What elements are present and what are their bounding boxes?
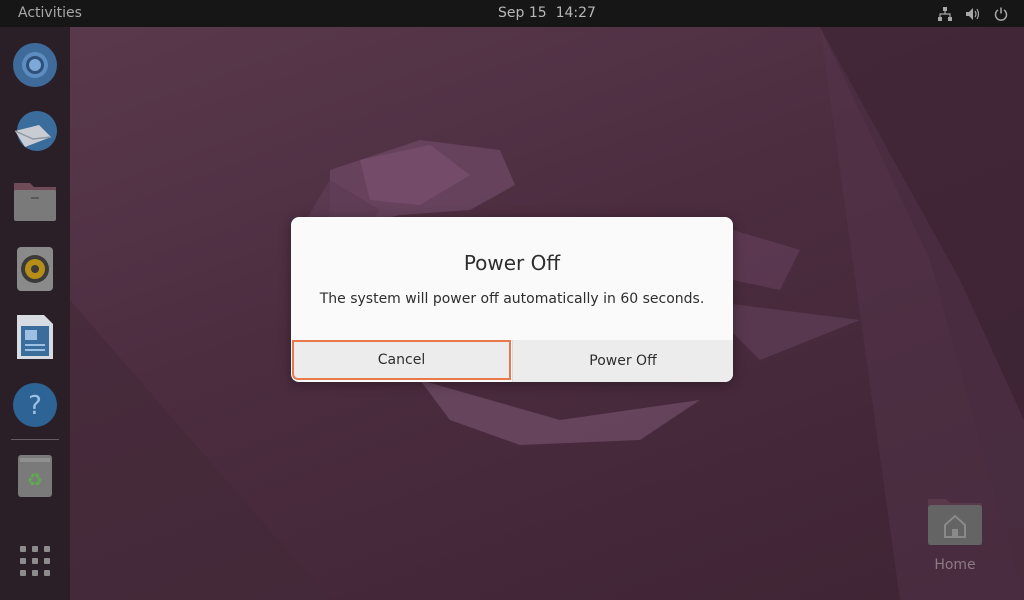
dialog-title: Power Off [463,251,561,275]
document-icon[interactable] [11,313,59,361]
dialog-message: The system will power off automatically … [319,291,705,307]
folder-icon[interactable] [11,177,59,225]
dock: ? ♻ [0,27,70,600]
clock-time[interactable]: 14:27 [556,5,596,21]
power-icon[interactable] [992,5,1010,22]
mail-icon[interactable] [11,109,59,157]
power-off-dialog: Power Off The system will power off auto… [291,217,733,382]
power-off-button[interactable]: Power Off [512,340,733,382]
clock-date[interactable]: Sep 15 [498,5,547,21]
system-tray[interactable] [936,5,1010,22]
volume-icon[interactable] [964,5,982,22]
speaker-icon[interactable] [11,245,59,293]
trash-icon[interactable]: ♻ [11,452,59,500]
dock-separator [11,439,59,440]
svg-text:?: ? [28,391,42,421]
app-grid-icon[interactable] [11,537,59,585]
clock: Sep 15 14:27 [0,5,1024,21]
top-bar: Activities Sep 15 14:27 [0,0,1024,27]
home-folder-icon [928,499,982,545]
desktop-home-label: Home [934,557,976,573]
help-icon[interactable]: ? [11,381,59,429]
desktop-home-shortcut[interactable]: Home [920,495,990,573]
cancel-button[interactable]: Cancel [292,340,511,380]
svg-text:♻: ♻ [27,470,43,491]
browser-icon[interactable] [11,41,59,89]
network-icon[interactable] [936,5,954,22]
activities-button[interactable]: Activities [18,5,82,21]
